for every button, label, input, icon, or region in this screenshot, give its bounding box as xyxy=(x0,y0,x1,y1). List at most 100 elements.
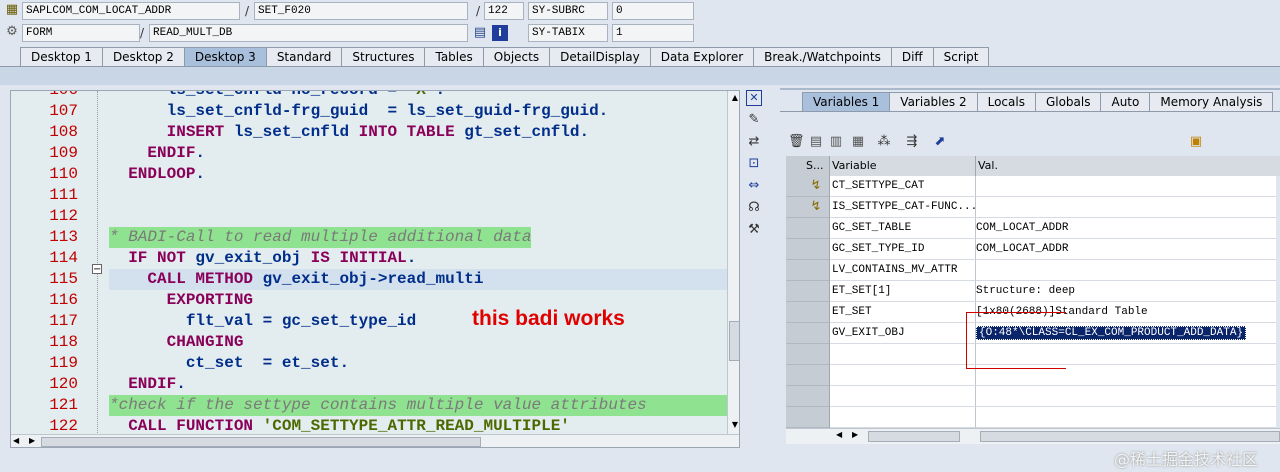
tab-standard[interactable]: Standard xyxy=(265,47,343,67)
variable-name-cell[interactable]: ET_SET xyxy=(830,302,976,323)
tab-structures[interactable]: Structures xyxy=(341,47,426,67)
services-icon[interactable]: ⚒ xyxy=(746,222,762,238)
open-object-icon[interactable]: ⬈ xyxy=(932,134,948,150)
variable-value-cell[interactable] xyxy=(976,176,1276,197)
tab-auto[interactable]: Auto xyxy=(1100,92,1151,112)
include-field[interactable]: SET_F020 xyxy=(254,2,468,20)
tab-desktop-3[interactable]: Desktop 3 xyxy=(183,47,267,67)
list-icon[interactable]: ▤ xyxy=(472,25,488,41)
scroll-up-button[interactable]: ▲ xyxy=(729,92,739,104)
collapse-toggle-icon[interactable]: − xyxy=(92,264,102,275)
row-status-cell[interactable] xyxy=(786,323,830,344)
routine-type-field[interactable]: FORM xyxy=(22,24,140,42)
line-field[interactable]: 122 xyxy=(484,2,524,20)
save-icon[interactable]: ▣ xyxy=(1188,134,1204,150)
variable-name-cell[interactable]: GC_SET_TABLE xyxy=(830,218,976,239)
code-line[interactable]: 118 CHANGING xyxy=(11,332,727,353)
row-status-cell[interactable] xyxy=(786,239,830,260)
code-line[interactable]: 120 ENDIF. xyxy=(11,374,727,395)
variable-name-cell[interactable]: CT_SETTYPE_CAT xyxy=(830,176,976,197)
variable-name-cell[interactable] xyxy=(830,365,976,386)
code-line[interactable]: 119 ct_set = et_set. xyxy=(11,353,727,374)
hierarchy-icon[interactable]: ⁂ xyxy=(876,134,892,150)
row-status-cell[interactable] xyxy=(786,302,830,323)
export-icon[interactable]: ▦ xyxy=(850,134,866,150)
swap-tool-icon[interactable]: ⇄ xyxy=(746,134,762,150)
headset-icon[interactable]: ☊ xyxy=(746,200,762,216)
code-line[interactable]: 106 ls_set_cnfld-no_record = 'X'. xyxy=(11,91,727,101)
variable-name-cell[interactable]: LV_CONTAINS_MV_ATTR xyxy=(830,260,976,281)
code-line[interactable]: 108 INSERT ls_set_cnfld INTO TABLE gt_se… xyxy=(11,122,727,143)
new-tool-icon[interactable]: ✎ xyxy=(746,112,762,128)
variable-value-cell[interactable]: Structure: deep xyxy=(976,281,1276,302)
table-row[interactable]: ↯ IS_SETTYPE_CAT-FUNC... xyxy=(786,197,1276,218)
table-row[interactable]: ↯ CT_SETTYPE_CAT xyxy=(786,176,1276,197)
save-layout-icon[interactable]: ▥ xyxy=(828,134,844,150)
scroll-left-button[interactable]: ◀ xyxy=(13,436,19,445)
maximize-icon[interactable]: ⊡ xyxy=(746,156,762,172)
col-variable-header[interactable]: Variable xyxy=(830,156,976,176)
table-row[interactable] xyxy=(786,407,1276,428)
tab-variables-2[interactable]: Variables 2 xyxy=(889,92,978,112)
variable-value-cell[interactable] xyxy=(976,407,1276,428)
variable-value-cell[interactable] xyxy=(976,260,1276,281)
row-status-cell[interactable]: ↯ xyxy=(786,176,830,197)
tab-locals[interactable]: Locals xyxy=(976,92,1036,112)
resize-width-icon[interactable]: ⇔ xyxy=(746,178,762,194)
row-status-cell[interactable] xyxy=(786,260,830,281)
sysfield-name[interactable]: SY-SUBRC xyxy=(528,2,608,20)
source-code-editor[interactable]: 106 ls_set_cnfld-no_record = 'X'. 107 ls_… xyxy=(10,90,740,448)
scroll-right-button[interactable]: ▶ xyxy=(29,436,35,445)
horizontal-scroll-thumb[interactable] xyxy=(41,437,481,447)
col-value-header[interactable]: Val. xyxy=(976,156,1280,176)
code-line[interactable]: 107 ls_set_cnfld-frg_guid = ls_set_guid-… xyxy=(11,101,727,122)
detail-icon[interactable]: ▤ xyxy=(808,134,824,150)
tab-tables[interactable]: Tables xyxy=(424,47,484,67)
vertical-scrollbar[interactable]: ▲ ▼ xyxy=(727,91,739,434)
horizontal-scrollbar[interactable]: ◀ ▶ xyxy=(11,434,739,447)
table-row[interactable] xyxy=(786,386,1276,407)
variable-value-cell[interactable]: {O:48*\CLASS=CL_EX_COM_PRODUCT_ADD_DATA} xyxy=(976,323,1276,344)
tab-desktop-1[interactable]: Desktop 1 xyxy=(20,47,103,67)
scroll-left-button[interactable]: ◀ xyxy=(836,430,842,439)
variable-value-cell[interactable] xyxy=(976,344,1276,365)
variable-value-cell[interactable] xyxy=(976,197,1276,218)
code-line[interactable]: 112 xyxy=(11,206,727,227)
row-status-cell[interactable] xyxy=(786,386,830,407)
code-line[interactable]: 121 *check if the settype contains multip… xyxy=(11,395,727,416)
row-status-cell[interactable] xyxy=(786,218,830,239)
variable-value-cell[interactable]: COM_LOCAT_ADDR xyxy=(976,218,1276,239)
row-status-cell[interactable] xyxy=(786,407,830,428)
navigate-icon[interactable]: ⇶ xyxy=(904,134,920,150)
program-field[interactable]: SAPLCOM_COM_LOCAT_ADDR xyxy=(22,2,240,20)
variable-name-cell[interactable] xyxy=(830,407,976,428)
sysfield-value[interactable]: 1 xyxy=(612,24,694,42)
sysfield-name[interactable]: SY-TABIX xyxy=(528,24,608,42)
table-row[interactable]: ET_SET[1] Structure: deep xyxy=(786,281,1276,302)
col-status-header[interactable]: S... xyxy=(786,156,830,176)
tab-detaildisplay[interactable]: DetailDisplay xyxy=(549,47,651,67)
table-row[interactable]: GV_EXIT_OBJ {O:48*\CLASS=CL_EX_COM_PRODUC… xyxy=(786,323,1276,344)
code-line[interactable]: 115 CALL METHOD gv_exit_obj->read_multi xyxy=(11,269,727,290)
variable-value-cell[interactable]: COM_LOCAT_ADDR xyxy=(976,239,1276,260)
delete-icon[interactable]: 🗑 xyxy=(788,134,805,150)
tab-variables-1[interactable]: Variables 1 xyxy=(802,92,891,112)
variable-name-cell[interactable]: IS_SETTYPE_CAT-FUNC... xyxy=(830,197,976,218)
routine-name-field[interactable]: READ_MULT_DB xyxy=(149,24,468,42)
variable-name-cell[interactable]: GV_EXIT_OBJ xyxy=(830,323,976,344)
row-status-cell[interactable] xyxy=(786,344,830,365)
code-line[interactable]: 114 IF NOT gv_exit_obj IS INITIAL. xyxy=(11,248,727,269)
table-row[interactable]: GC_SET_TABLE COM_LOCAT_ADDR xyxy=(786,218,1276,239)
code-line[interactable]: 110 ENDLOOP. xyxy=(11,164,727,185)
tab-data-explorer[interactable]: Data Explorer xyxy=(649,47,755,67)
scroll-thumb[interactable] xyxy=(729,321,739,361)
row-status-cell[interactable] xyxy=(786,281,830,302)
tab-break-watchpoints[interactable]: Break./Watchpoints xyxy=(753,47,892,67)
tab-script[interactable]: Script xyxy=(932,47,990,67)
horizontal-scroll-thumb[interactable] xyxy=(868,431,960,442)
table-row[interactable]: GC_SET_TYPE_ID COM_LOCAT_ADDR xyxy=(786,239,1276,260)
variable-value-cell[interactable] xyxy=(976,386,1276,407)
row-status-cell[interactable] xyxy=(786,365,830,386)
tab-objects[interactable]: Objects xyxy=(482,47,551,67)
scroll-down-button[interactable]: ▼ xyxy=(729,419,739,431)
